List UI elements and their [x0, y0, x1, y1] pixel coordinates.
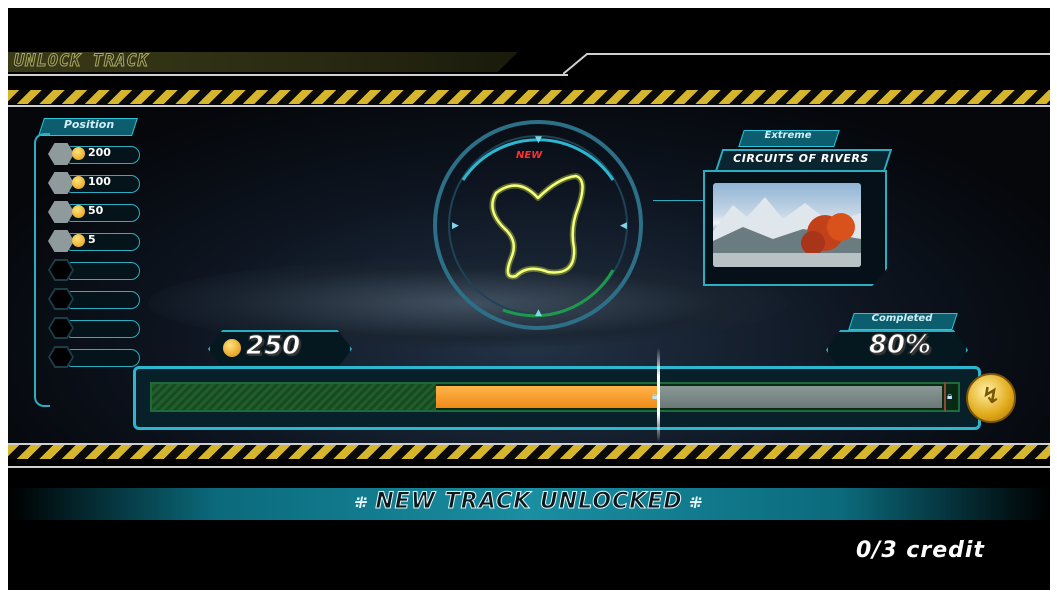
position-reward: 50	[88, 204, 104, 217]
token-glyph-icon: ↯	[981, 384, 1001, 409]
position-row: 200	[46, 143, 140, 165]
lock-end-icon: 🔒︎	[947, 391, 953, 402]
completed-label: Completed	[871, 313, 933, 324]
ring-arrow-left-icon: ▶	[452, 221, 459, 231]
position-row: 5	[46, 230, 140, 252]
ring-arrow-right-icon: ◀	[620, 221, 627, 231]
hazard-stripe-bottom	[8, 445, 1050, 459]
progress-marker	[657, 348, 660, 442]
progress-end-line	[944, 382, 946, 412]
ring-arrow-bottom-icon: ▲	[535, 308, 542, 318]
header-rule-left	[8, 74, 568, 76]
position-pill	[68, 262, 140, 280]
position-pill	[68, 349, 140, 367]
credit-counter: 0/3 credit	[856, 538, 985, 563]
message-text: NEW TRACK UNLOCKED	[375, 489, 683, 515]
page-title: UNLOCK TRACK	[14, 51, 149, 72]
position-row	[46, 259, 140, 281]
position-reward: 200	[88, 146, 111, 159]
position-row	[46, 346, 140, 368]
message-deco-left-icon: ⁜	[354, 493, 376, 512]
game-screen: UNLOCK TRACK Position 200 100 50 5 ▼ ▲ ▶ ◀ …	[8, 8, 1050, 590]
position-pill	[68, 320, 140, 338]
footer-rule	[8, 466, 1050, 468]
coin-icon	[223, 339, 241, 357]
track-name: CIRCUITS OF RIVERS	[733, 152, 869, 165]
completed-value: 80%	[868, 330, 932, 361]
coin-icon	[72, 234, 85, 247]
unlock-message: ⁜ NEW TRACK UNLOCKED ⁜	[8, 489, 1050, 515]
position-reward: 100	[88, 175, 111, 188]
header-rule-right	[563, 53, 1050, 75]
new-badge: NEW	[516, 150, 543, 161]
position-row: 50	[46, 201, 140, 223]
position-reward: 5	[88, 233, 96, 246]
track-outline	[489, 173, 586, 280]
position-label: Position	[63, 118, 115, 131]
coin-icon	[72, 147, 85, 160]
progress-earned	[152, 384, 436, 410]
info-connector	[653, 200, 703, 201]
position-pill	[68, 291, 140, 309]
coin-icon	[72, 176, 85, 189]
coin-total: 250	[245, 331, 301, 362]
difficulty-label: Extreme	[764, 130, 812, 141]
position-row: 100	[46, 172, 140, 194]
progress-new	[436, 386, 657, 408]
message-deco-right-icon: ⁜	[682, 493, 704, 512]
ring-arrow-top-icon: ▼	[535, 135, 542, 145]
hazard-rule-top	[8, 105, 1050, 107]
position-row	[46, 288, 140, 310]
position-row	[46, 317, 140, 339]
track-preview-image	[713, 183, 861, 267]
hazard-stripe-top	[8, 90, 1050, 104]
progress-remaining	[658, 386, 942, 408]
coin-icon	[72, 205, 85, 218]
